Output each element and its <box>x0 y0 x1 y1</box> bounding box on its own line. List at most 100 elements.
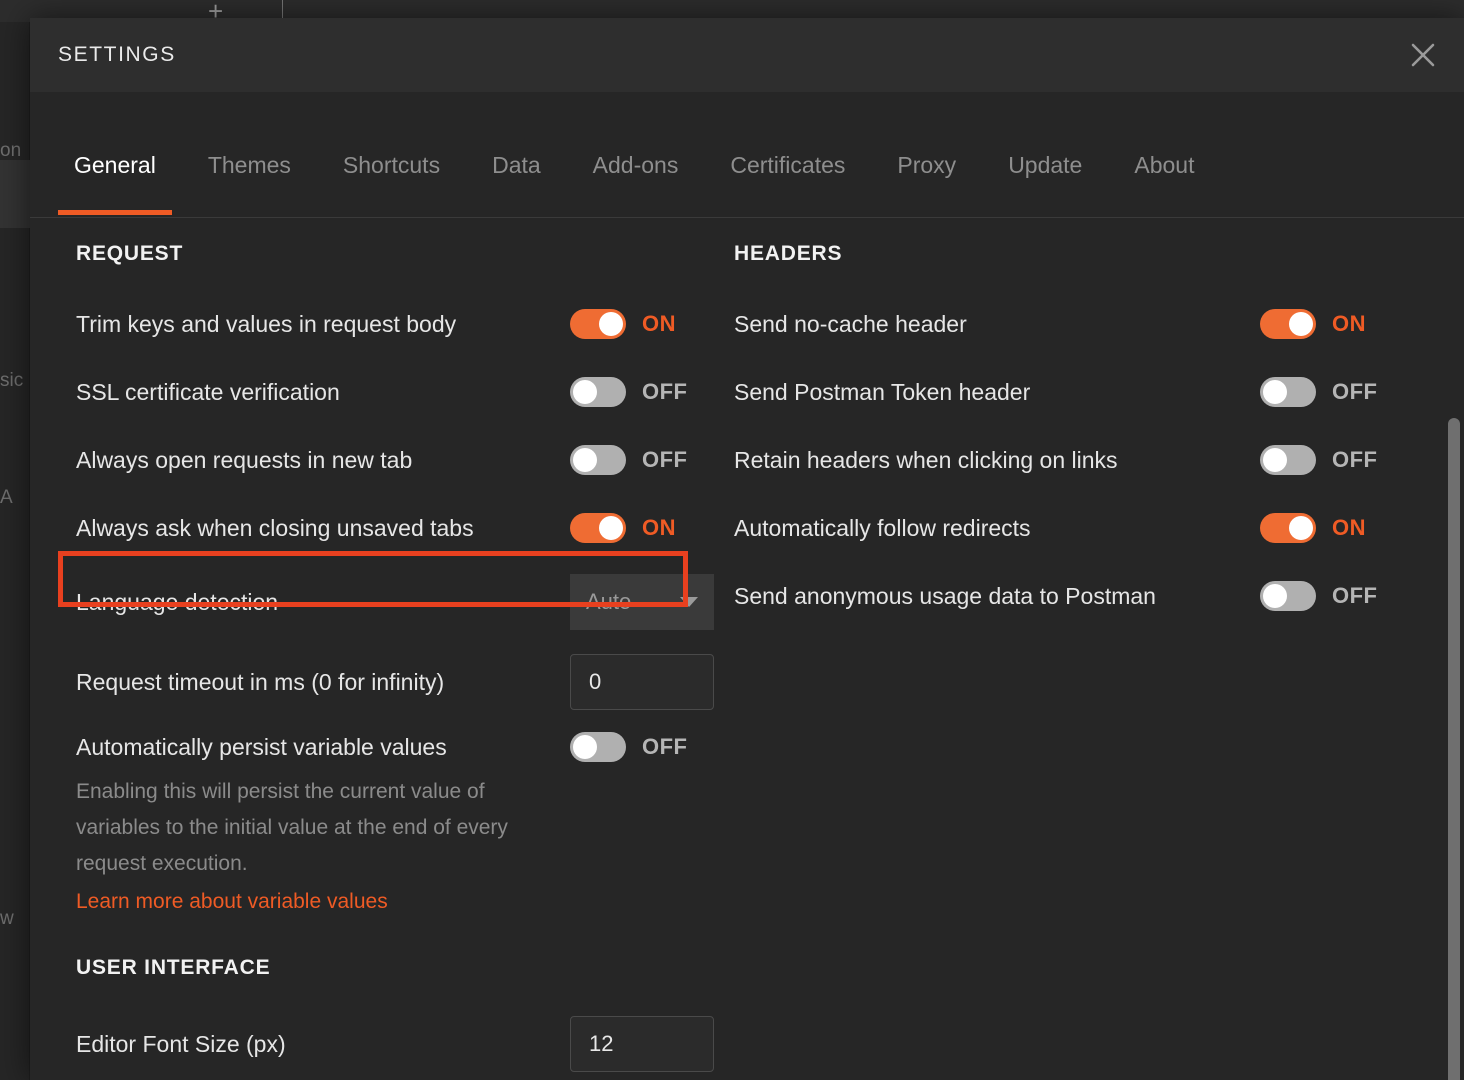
setting-row-always-open-new-tab[interactable]: Always open requests in new tab OFF <box>76 426 720 494</box>
headers-column: HEADERS Send no-cache header ON Send Pos… <box>720 242 1410 1080</box>
tab-shortcuts[interactable]: Shortcuts <box>317 142 466 188</box>
section-title-headers: HEADERS <box>734 242 843 265</box>
setting-row-ask-closing-unsaved-tabs[interactable]: Always ask when closing unsaved tabs ON <box>76 494 720 562</box>
tab-label: Data <box>492 151 541 178</box>
close-icon[interactable] <box>1400 32 1446 78</box>
toggle-ask-closing-unsaved-tabs[interactable] <box>570 513 626 543</box>
input-value: 12 <box>589 1031 614 1056</box>
tab-data[interactable]: Data <box>466 142 567 188</box>
section-title-request: REQUEST <box>76 242 184 265</box>
tab-label: Certificates <box>730 151 846 178</box>
toggle-send-no-cache-header[interactable] <box>1260 309 1316 339</box>
toggle-state-label: ON <box>1332 515 1366 540</box>
toggle-follow-redirects[interactable] <box>1260 513 1316 543</box>
setting-label: Automatically follow redirects <box>734 514 1031 541</box>
toggle-trim-keys[interactable] <box>570 309 626 339</box>
setting-label: Send no-cache header <box>734 310 967 337</box>
toggle-state-label: ON <box>642 311 676 336</box>
settings-scrollbar-thumb[interactable] <box>1448 418 1460 1080</box>
setting-label: Send Postman Token header <box>734 378 1031 405</box>
setting-row-request-timeout[interactable]: Request timeout in ms (0 for infinity) 0 <box>76 642 720 722</box>
toggle-ssl-certificate-verification[interactable] <box>570 377 626 407</box>
request-column: REQUEST Trim keys and values in request … <box>30 242 720 1080</box>
tab-label: Shortcuts <box>342 151 441 178</box>
editor-font-size-input[interactable]: 12 <box>570 1016 714 1072</box>
toggle-knob <box>573 380 597 404</box>
toggle-knob <box>1263 448 1287 472</box>
chevron-down-icon <box>680 597 698 607</box>
tab-certificates[interactable]: Certificates <box>704 142 871 188</box>
setting-row-retain-headers[interactable]: Retain headers when clicking on links OF… <box>734 426 1410 494</box>
tab-update[interactable]: Update <box>982 142 1108 188</box>
toggle-persist-variable-values[interactable] <box>570 732 626 762</box>
background-ghost-text: A <box>0 487 13 508</box>
setting-row-ssl-certificate-verification[interactable]: SSL certificate verification OFF <box>76 358 720 426</box>
section-title-user-interface: USER INTERFACE <box>76 956 271 979</box>
background-ghost-text: w <box>0 908 14 929</box>
background-ghost-text: on <box>0 140 22 161</box>
setting-row-send-no-cache-header[interactable]: Send no-cache header ON <box>734 290 1410 358</box>
setting-row-anonymous-usage-data[interactable]: Send anonymous usage data to Postman OFF <box>734 562 1410 630</box>
toggle-state-label: OFF <box>642 379 688 404</box>
learn-more-variable-values-link[interactable]: Learn more about variable values <box>76 890 388 914</box>
toggle-send-postman-token-header[interactable] <box>1260 377 1316 407</box>
tab-themes[interactable]: Themes <box>182 142 317 188</box>
setting-label: Editor Font Size (px) <box>76 1030 286 1057</box>
tab-label: About <box>1134 151 1195 178</box>
tab-label: General <box>74 151 156 178</box>
select-value: Auto <box>586 589 632 614</box>
setting-row-editor-font-size[interactable]: Editor Font Size (px) 12 <box>76 1004 720 1080</box>
toggle-state-label: OFF <box>1332 583 1378 608</box>
setting-label: Language detection <box>76 588 279 615</box>
background-ghost-text: sic <box>0 370 24 391</box>
toggle-state-label: OFF <box>1332 447 1378 472</box>
language-detection-select[interactable]: Auto <box>570 574 714 630</box>
input-value: 0 <box>589 669 602 694</box>
setting-label: Trim keys and values in request body <box>76 310 457 337</box>
toggle-knob <box>1289 312 1313 336</box>
tab-add-ons[interactable]: Add-ons <box>567 142 705 188</box>
background-caret <box>282 0 283 18</box>
toggle-knob <box>599 312 623 336</box>
setting-row-language-detection[interactable]: Language detection Auto <box>76 562 720 642</box>
toggle-state-label: OFF <box>1332 379 1378 404</box>
toggle-knob <box>1289 516 1313 540</box>
setting-label: Retain headers when clicking on links <box>734 446 1118 473</box>
toggle-knob <box>573 735 597 759</box>
toggle-always-open-new-tab[interactable] <box>570 445 626 475</box>
page-title: SETTINGS <box>58 43 176 66</box>
toggle-state-label: ON <box>642 515 676 540</box>
setting-label: Automatically persist variable values <box>76 733 447 760</box>
setting-label: Always open requests in new tab <box>76 446 413 473</box>
setting-label: Send anonymous usage data to Postman <box>734 582 1156 609</box>
setting-label: Request timeout in ms (0 for infinity) <box>76 668 445 695</box>
tab-label: Update <box>1008 151 1083 178</box>
toggle-retain-headers[interactable] <box>1260 445 1316 475</box>
setting-row-send-postman-token-header[interactable]: Send Postman Token header OFF <box>734 358 1410 426</box>
setting-row-follow-redirects[interactable]: Automatically follow redirects ON <box>734 494 1410 562</box>
setting-label: SSL certificate verification <box>76 378 340 405</box>
settings-tabs: General Themes Shortcuts Data Add-ons Ce… <box>30 92 1464 218</box>
toggle-anonymous-usage-data[interactable] <box>1260 581 1316 611</box>
toggle-knob <box>599 516 623 540</box>
persist-variable-values-help: Enabling this will persist the current v… <box>76 780 508 875</box>
request-timeout-input[interactable]: 0 <box>570 654 714 710</box>
tab-general[interactable]: General <box>48 142 182 215</box>
tab-label: Add-ons <box>592 151 679 178</box>
toggle-knob <box>1263 584 1287 608</box>
setting-row-trim-keys[interactable]: Trim keys and values in request body ON <box>76 290 720 358</box>
tab-about[interactable]: About <box>1108 142 1220 188</box>
background-sidebar-active-item <box>0 160 30 228</box>
tab-label: Themes <box>207 151 291 178</box>
setting-label: Always ask when closing unsaved tabs <box>76 514 474 541</box>
settings-modal: SETTINGS General Themes Shortcuts Data A… <box>30 18 1464 1080</box>
setting-row-persist-variable-values[interactable]: Automatically persist variable values OF… <box>76 722 720 772</box>
modal-header: SETTINGS <box>30 18 1464 92</box>
toggle-state-label: OFF <box>642 734 688 759</box>
settings-content: REQUEST Trim keys and values in request … <box>30 218 1464 1080</box>
toggle-knob <box>573 448 597 472</box>
tab-label: Proxy <box>897 151 957 178</box>
toggle-state-label: ON <box>1332 311 1366 336</box>
toggle-knob <box>1263 380 1287 404</box>
tab-proxy[interactable]: Proxy <box>871 142 982 188</box>
